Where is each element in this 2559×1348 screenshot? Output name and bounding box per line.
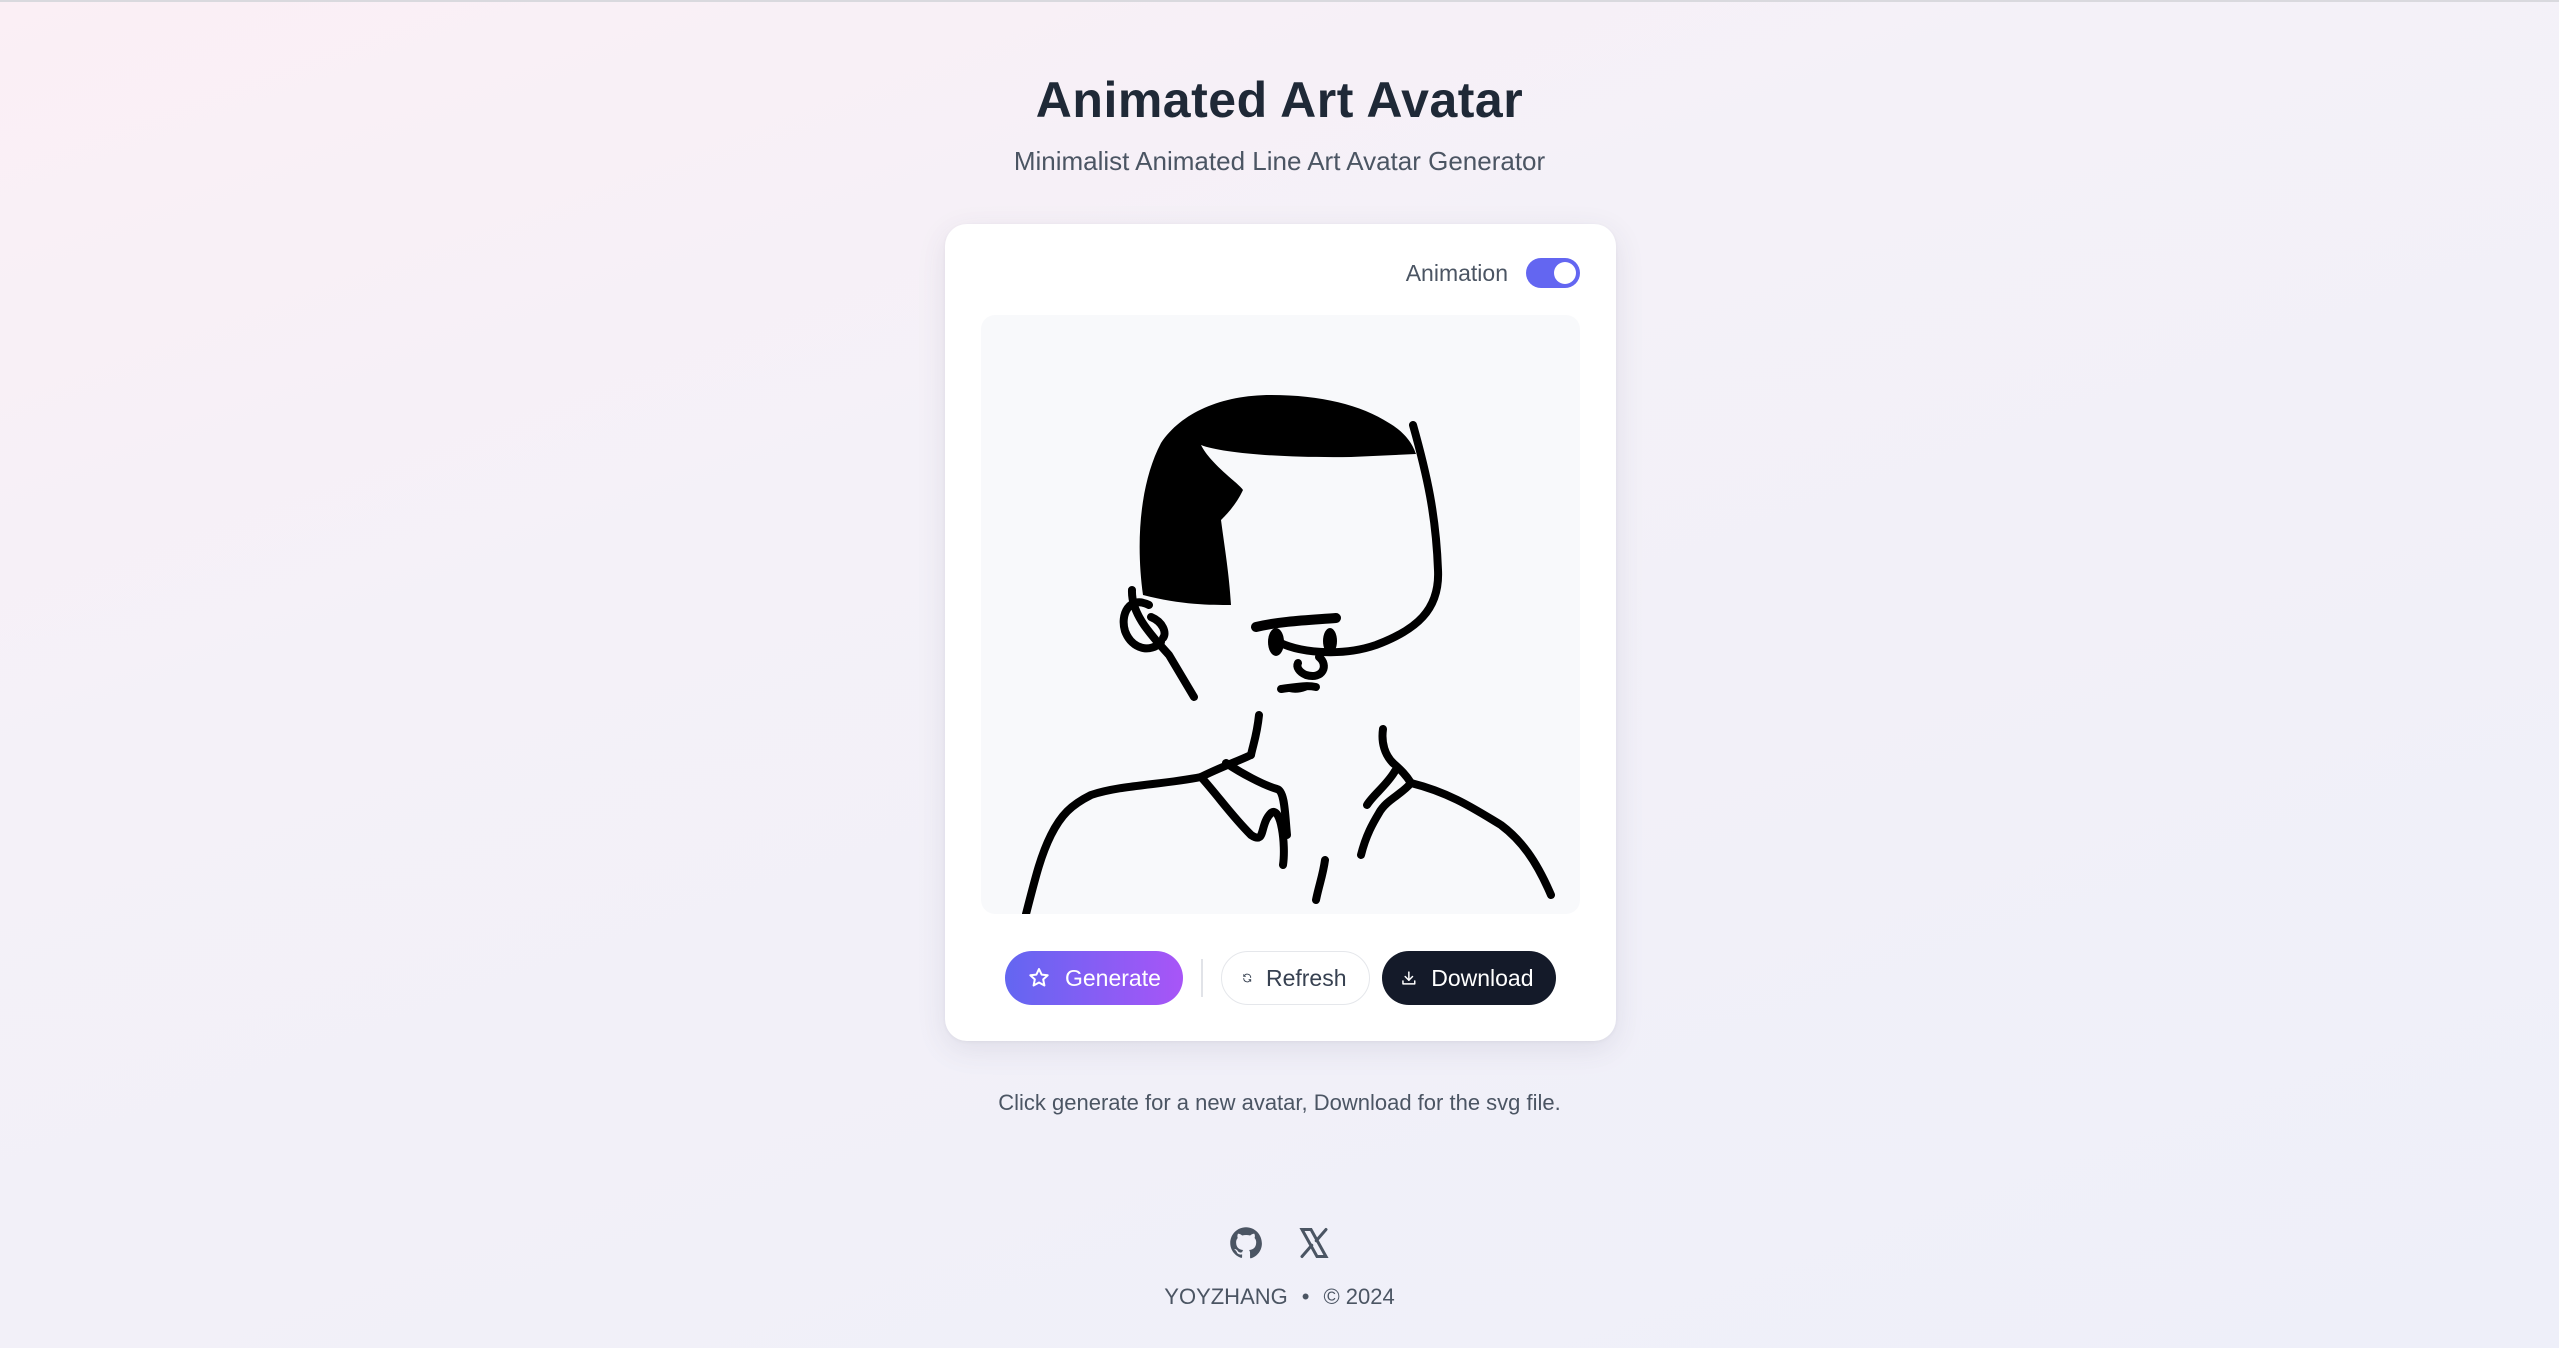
avatar-drawing (1022, 395, 1555, 914)
footer-author: YOYZHANG (1164, 1284, 1288, 1309)
page-subtitle: Minimalist Animated Line Art Avatar Gene… (1013, 146, 1546, 176)
download-label: Download (1431, 964, 1534, 991)
page-header: Animated Art Avatar Minimalist Animated … (0, 68, 2559, 178)
top-divider (0, 0, 2559, 2)
avatar-card: Animation Generate Refresh Download (945, 224, 1616, 1041)
x-icon[interactable] (1296, 1225, 1332, 1261)
eye-left (1268, 628, 1284, 656)
button-divider (1201, 959, 1203, 997)
generate-label: Generate (1065, 964, 1161, 991)
animation-toggle[interactable] (1526, 258, 1580, 288)
download-button[interactable]: Download (1381, 951, 1556, 1005)
shoulder-right (1407, 779, 1555, 899)
generate-button[interactable]: Generate (1005, 951, 1183, 1005)
action-bar: Generate Refresh Download (1005, 951, 1556, 1005)
page-footer: YOYZHANG • © 2024 (0, 1284, 2559, 1310)
shoulder-left (1022, 773, 1205, 914)
refresh-icon (1242, 973, 1251, 983)
toggle-knob (1554, 262, 1576, 284)
animation-toggle-row: Animation (1406, 258, 1580, 288)
nose (1293, 653, 1328, 680)
footer-copyright: © 2024 (1323, 1284, 1395, 1309)
refresh-label: Refresh (1265, 964, 1347, 991)
neck-left (1247, 711, 1263, 759)
collar-right (1357, 759, 1415, 859)
page-title: Animated Art Avatar (1035, 72, 1524, 128)
eyebrow (1251, 613, 1341, 632)
shirt-seam (1312, 856, 1329, 904)
hair (1139, 395, 1416, 605)
animation-label: Animation (1405, 259, 1508, 286)
footer-separator: • (1301, 1284, 1310, 1309)
usage-hint: Click generate for a new avatar, Downloa… (998, 1090, 1561, 1115)
avatar-canvas (981, 315, 1580, 914)
social-links (1228, 1225, 1332, 1261)
download-icon (1401, 971, 1415, 985)
eye-right (1323, 628, 1337, 654)
star-icon (1029, 968, 1049, 987)
refresh-button[interactable]: Refresh (1220, 951, 1370, 1005)
neck-right (1378, 725, 1397, 767)
github-icon[interactable] (1228, 1225, 1264, 1261)
